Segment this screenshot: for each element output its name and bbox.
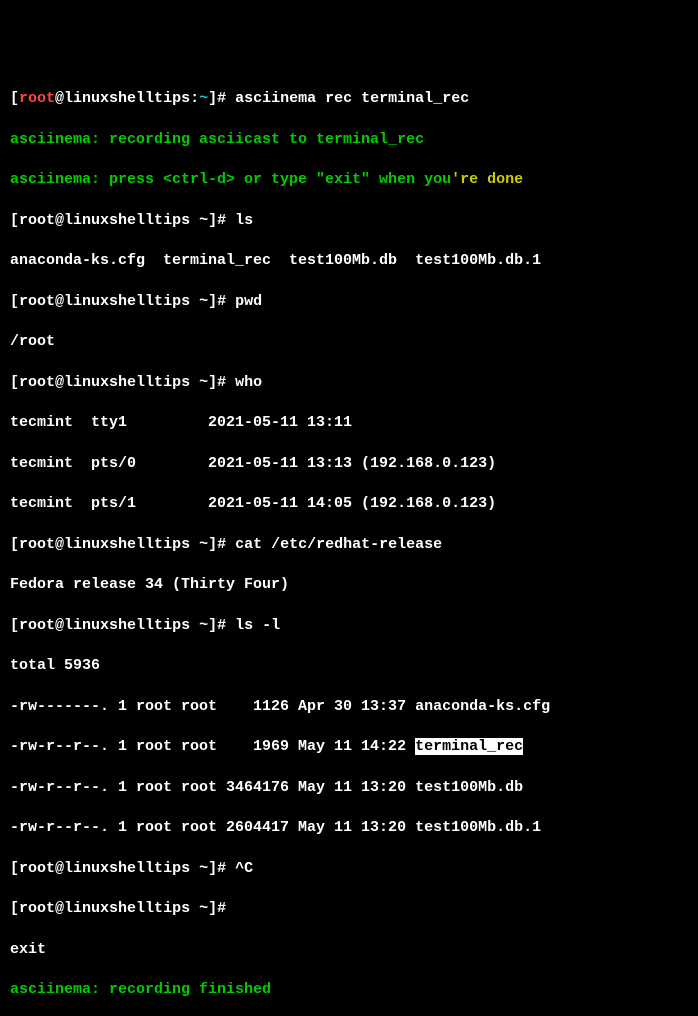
bracket: ] <box>208 293 217 310</box>
at: @ <box>55 90 64 107</box>
command-input[interactable]: who <box>235 374 262 391</box>
tilde: ~ <box>190 536 208 553</box>
at: @ <box>55 900 64 917</box>
ls-output: anaconda-ks.cfg terminal_rec test100Mb.d… <box>10 251 688 271</box>
hash: # <box>217 90 226 107</box>
ls-l-total: total 5936 <box>10 656 688 676</box>
hash: # <box>217 293 226 310</box>
ls-l-row: -rw-r--r--. 1 root root 2604417 May 11 1… <box>10 818 688 838</box>
tilde: ~ <box>190 374 208 391</box>
prompt-host: linuxshelltips <box>64 293 190 310</box>
hash: # <box>217 617 226 634</box>
exit-output: exit <box>10 940 688 960</box>
bracket: ] <box>208 536 217 553</box>
pwd-output: /root <box>10 332 688 352</box>
who-output: tecmint tty1 2021-05-11 13:11 <box>10 413 688 433</box>
at: @ <box>55 617 64 634</box>
bracket: [ <box>10 212 19 229</box>
bracket: ] <box>208 212 217 229</box>
bracket: ] <box>208 860 217 877</box>
cat-output: Fedora release 34 (Thirty Four) <box>10 575 688 595</box>
hash: # <box>217 212 226 229</box>
prompt-user: root <box>19 90 55 107</box>
prompt-path: ~ <box>199 90 208 107</box>
tilde: ~ <box>190 617 208 634</box>
prompt-user: root <box>19 536 55 553</box>
tilde: ~ <box>190 212 208 229</box>
bracket: [ <box>10 293 19 310</box>
hash: # <box>217 900 226 917</box>
prompt-host: linuxshelltips <box>64 212 190 229</box>
command-input[interactable]: ^C <box>235 860 253 877</box>
ls-l-row: -rw-------. 1 root root 1126 Apr 30 13:3… <box>10 697 688 717</box>
hash: # <box>217 374 226 391</box>
at: @ <box>55 212 64 229</box>
bracket: ] <box>208 617 217 634</box>
prompt-user: root <box>19 860 55 877</box>
prompt-host: linuxshelltips <box>64 860 190 877</box>
at: @ <box>55 536 64 553</box>
tilde: ~ <box>190 900 208 917</box>
command-input[interactable]: pwd <box>235 293 262 310</box>
command-input[interactable]: asciinema rec terminal_rec <box>235 90 469 107</box>
tilde: ~ <box>190 860 208 877</box>
command-input[interactable]: ls <box>235 212 253 229</box>
prompt-user: root <box>19 900 55 917</box>
at: @ <box>55 293 64 310</box>
command-input[interactable]: cat /etc/redhat-release <box>235 536 442 553</box>
hash: # <box>217 860 226 877</box>
ls-l-row: -rw-r--r--. 1 root root 1969 May 11 14:2… <box>10 738 415 755</box>
prompt-host: linuxshelltips <box>64 900 190 917</box>
bracket: [ <box>10 617 19 634</box>
hash: # <box>217 536 226 553</box>
who-output: tecmint pts/1 2021-05-11 14:05 (192.168.… <box>10 494 688 514</box>
at: @ <box>55 860 64 877</box>
ls-l-highlighted-file: terminal_rec <box>415 738 523 755</box>
who-output: tecmint pts/0 2021-05-11 13:13 (192.168.… <box>10 454 688 474</box>
bracket: ] <box>208 90 217 107</box>
tilde: ~ <box>190 293 208 310</box>
bracket: [ <box>10 90 19 107</box>
bracket: ] <box>208 900 217 917</box>
asciinema-msg: asciinema: press <ctrl-d> or type "exit"… <box>10 171 451 188</box>
bracket: [ <box>10 536 19 553</box>
prompt-user: root <box>19 374 55 391</box>
asciinema-msg-suffix: 're done <box>451 171 523 188</box>
prompt-host: linuxshelltips <box>64 374 190 391</box>
bracket: [ <box>10 900 19 917</box>
asciinema-msg: asciinema: recording finished <box>10 980 688 1000</box>
command-input[interactable]: ls -l <box>235 617 280 634</box>
prompt-host: linuxshelltips <box>64 536 190 553</box>
prompt-user: root <box>19 293 55 310</box>
bracket: [ <box>10 860 19 877</box>
ls-l-row: -rw-r--r--. 1 root root 3464176 May 11 1… <box>10 778 688 798</box>
bracket: ] <box>208 374 217 391</box>
asciinema-msg: asciinema: recording asciicast to termin… <box>10 130 688 150</box>
pathsep: : <box>190 90 199 107</box>
prompt-host: linuxshelltips <box>64 617 190 634</box>
prompt-user: root <box>19 212 55 229</box>
prompt-user: root <box>19 617 55 634</box>
prompt-host: linuxshelltips <box>64 90 190 107</box>
at: @ <box>55 374 64 391</box>
bracket: [ <box>10 374 19 391</box>
